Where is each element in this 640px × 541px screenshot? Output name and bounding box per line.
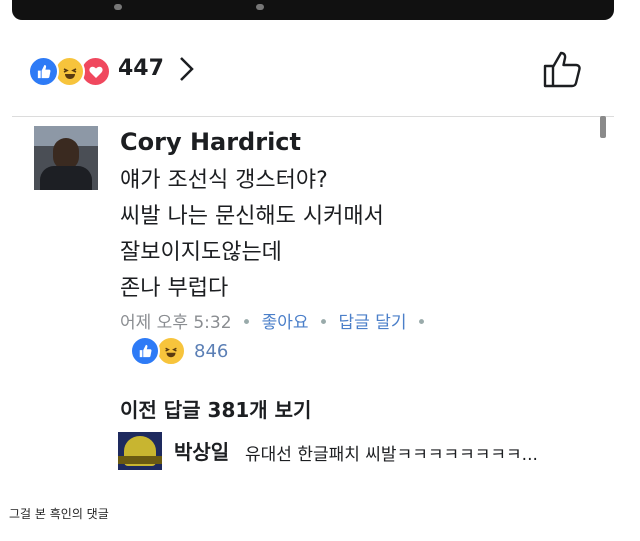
reply-text: 유대선 한글패치 씨발ㅋㅋㅋㅋㅋㅋㅋㅋ... — [245, 445, 538, 465]
reply-link[interactable]: 답글 달기 — [339, 313, 407, 333]
comment-line: 씨발 나는 문신해도 시커매서 — [120, 204, 384, 229]
chevron-right-icon[interactable] — [176, 54, 196, 88]
reaction-count: 447 — [118, 56, 164, 81]
comment-author[interactable]: Cory Hardrict — [120, 128, 301, 156]
comment-timestamp: 어제 오후 5:32 — [120, 313, 232, 333]
separator-dot: • — [416, 313, 427, 333]
view-previous-replies-link[interactable]: 이전 답글 381개 보기 — [120, 394, 311, 423]
scrollbar[interactable] — [600, 116, 606, 138]
reply-avatar[interactable] — [118, 432, 162, 470]
comment-line: 잘보이지도않는데 — [120, 240, 282, 265]
reply-author[interactable]: 박상일 — [174, 436, 229, 465]
avatar-band — [118, 456, 162, 464]
comment-reaction-count[interactable]: 846 — [194, 341, 228, 362]
comment-meta: 어제 오후 5:32 • 좋아요 • 답글 달기 • — [120, 308, 437, 333]
comment-line: 존나 부럽다 — [120, 276, 229, 301]
device-top-bezel — [12, 0, 614, 20]
reaction-summary-bar[interactable]: 447 — [12, 20, 614, 117]
bezel-dot — [114, 4, 122, 10]
commenter-avatar[interactable] — [34, 126, 98, 190]
thumbs-up-icon[interactable] — [542, 50, 582, 92]
bezel-dot — [256, 4, 264, 10]
haha-reaction-icon — [156, 336, 186, 366]
like-reaction-icon — [130, 336, 160, 366]
comment-line: 얘가 조선식 갱스터야? — [120, 168, 328, 193]
like-reaction-icon — [28, 56, 59, 87]
separator-dot: • — [241, 313, 252, 333]
post-caption: 그걸 본 흑인의 댓글 — [9, 507, 109, 521]
separator-dot: • — [318, 313, 329, 333]
comment-screen: 447 Cory Hardrict 얘가 조선식 갱스터야? 씨발 나는 문신해… — [12, 20, 614, 490]
avatar-body — [40, 166, 92, 190]
like-link[interactable]: 좋아요 — [262, 313, 309, 333]
